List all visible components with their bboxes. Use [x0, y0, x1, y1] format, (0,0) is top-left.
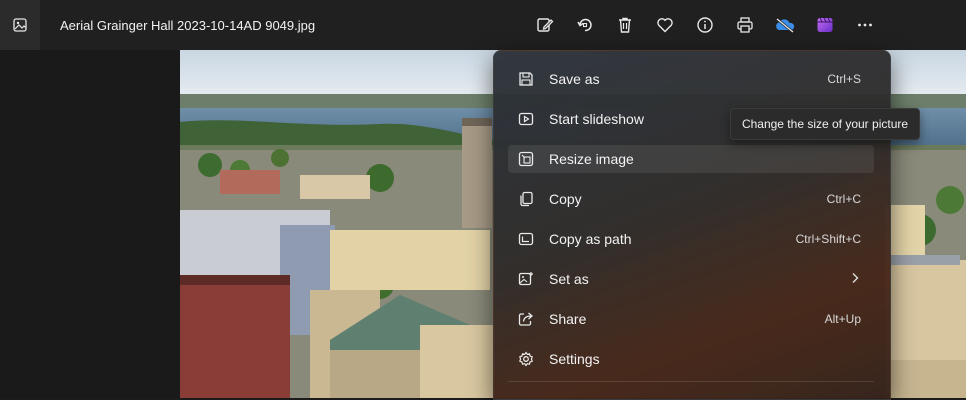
menu-item-label: Share: [549, 311, 587, 327]
favorite-button[interactable]: [654, 14, 676, 36]
delete-icon: [619, 17, 631, 33]
gallery-button[interactable]: [0, 0, 40, 50]
shortcut-text: Ctrl+C: [826, 192, 861, 206]
chevron-right-icon: [852, 273, 859, 283]
copy-icon: [520, 191, 533, 207]
more-options-menu: Save as Ctrl+S Start slideshow Resize im…: [493, 50, 891, 400]
print-icon: [737, 17, 753, 33]
menu-item-copy-as-path[interactable]: Copy as path Ctrl+Shift+C: [508, 225, 874, 253]
menu-item-label: Copy as path: [549, 231, 632, 247]
delete-button[interactable]: [614, 14, 636, 36]
menu-item-label: Resize image: [549, 151, 634, 167]
menu-item-label: Set as: [549, 271, 589, 287]
shortcut-text: Ctrl+S: [827, 72, 861, 86]
resize-icon: [518, 151, 534, 167]
menu-item-share[interactable]: Share Alt+Up: [508, 305, 874, 333]
edit-button[interactable]: [534, 14, 556, 36]
rotate-icon: [577, 18, 592, 32]
settings-icon: [519, 351, 533, 367]
menu-item-label: Start slideshow: [549, 111, 644, 127]
menu-item-resize-image[interactable]: Resize image: [508, 145, 874, 173]
menu-item-label: Settings: [549, 351, 600, 367]
more-button[interactable]: [854, 14, 876, 36]
info-button[interactable]: [694, 14, 716, 36]
clipchamp-icon: [817, 17, 833, 32]
save-icon: [519, 72, 533, 86]
slideshow-icon: [518, 112, 534, 126]
menu-divider: [508, 381, 874, 382]
menu-item-copy[interactable]: Copy Ctrl+C: [508, 185, 874, 213]
onedrive-button[interactable]: [774, 14, 796, 36]
resize-tooltip: Change the size of your picture: [730, 108, 920, 140]
rotate-button[interactable]: [574, 14, 596, 36]
menu-item-label: Save as: [549, 71, 600, 87]
onedrive-icon: [776, 17, 795, 34]
clipchamp-button[interactable]: [814, 14, 836, 36]
favorite-icon: [657, 18, 673, 33]
file-title: Aerial Grainger Hall 2023-10-14AD 9049.j…: [60, 18, 316, 33]
menu-item-save-as[interactable]: Save as Ctrl+S: [508, 65, 874, 93]
edit-icon: [537, 18, 554, 32]
menu-item-settings[interactable]: Settings: [508, 345, 874, 373]
shortcut-text: Alt+Up: [824, 312, 861, 326]
set-as-icon: [518, 272, 533, 286]
menu-item-set-as[interactable]: Set as: [508, 265, 874, 293]
copy-path-icon: [518, 232, 534, 246]
print-button[interactable]: [734, 14, 756, 36]
share-icon: [518, 312, 533, 326]
title-bar: Aerial Grainger Hall 2023-10-14AD 9049.j…: [0, 0, 966, 50]
info-icon: [697, 17, 713, 33]
shortcut-text: Ctrl+Shift+C: [795, 232, 861, 246]
gallery-icon: [13, 18, 27, 32]
more-icon: [858, 23, 872, 27]
menu-item-label: Copy: [549, 191, 582, 207]
